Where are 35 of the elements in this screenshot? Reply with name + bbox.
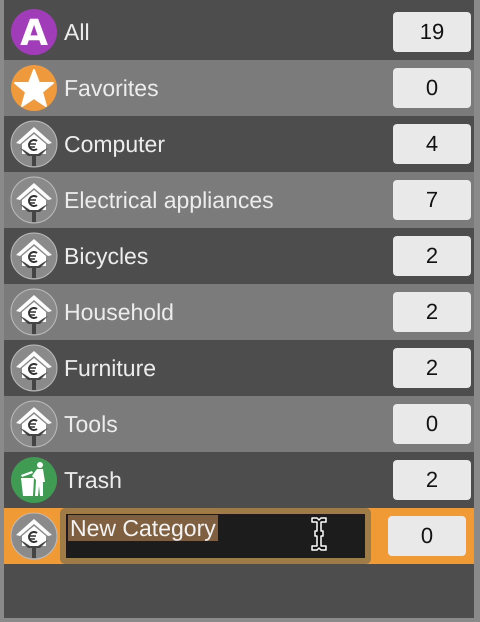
item-count: 2 [393,460,471,500]
item-count: 2 [393,292,471,332]
item-count: 2 [393,348,471,388]
category-name: Furniture [64,354,158,382]
category-row[interactable]: Electrical appliances 7 [4,172,474,228]
category-name: Favorites [64,74,160,102]
house-euro-icon [10,512,58,560]
category-name: Trash [64,466,123,494]
category-row[interactable]: Household 2 [4,284,474,340]
house-euro-icon [10,344,58,392]
item-count: 4 [393,124,471,164]
category-name: Household [64,298,175,326]
category-name: All [64,18,91,46]
category-name: Computer [64,130,166,158]
category-name: Tools [64,410,119,438]
item-count: 0 [393,68,471,108]
item-count: 7 [393,180,471,220]
trash-bin-icon [10,456,58,504]
house-euro-icon [10,176,58,224]
category-row[interactable]: New Category 0 [4,508,474,564]
item-count: 0 [393,404,471,444]
house-euro-icon [10,288,58,336]
category-row[interactable]: Favorites 0 [4,60,474,116]
text-cursor-icon [309,516,329,552]
house-euro-icon [10,400,58,448]
item-count: 0 [388,516,466,556]
category-icon: A [10,8,58,56]
category-name: Bicycles [64,242,150,270]
name-input-field[interactable]: New Category [60,508,371,564]
item-count: 19 [393,12,471,52]
category-name: Electrical appliances [64,186,275,214]
house-euro-icon [10,120,58,168]
house-euro-icon [10,232,58,280]
item-count: 2 [393,236,471,276]
category-row[interactable]: Tools 0 [4,396,474,452]
